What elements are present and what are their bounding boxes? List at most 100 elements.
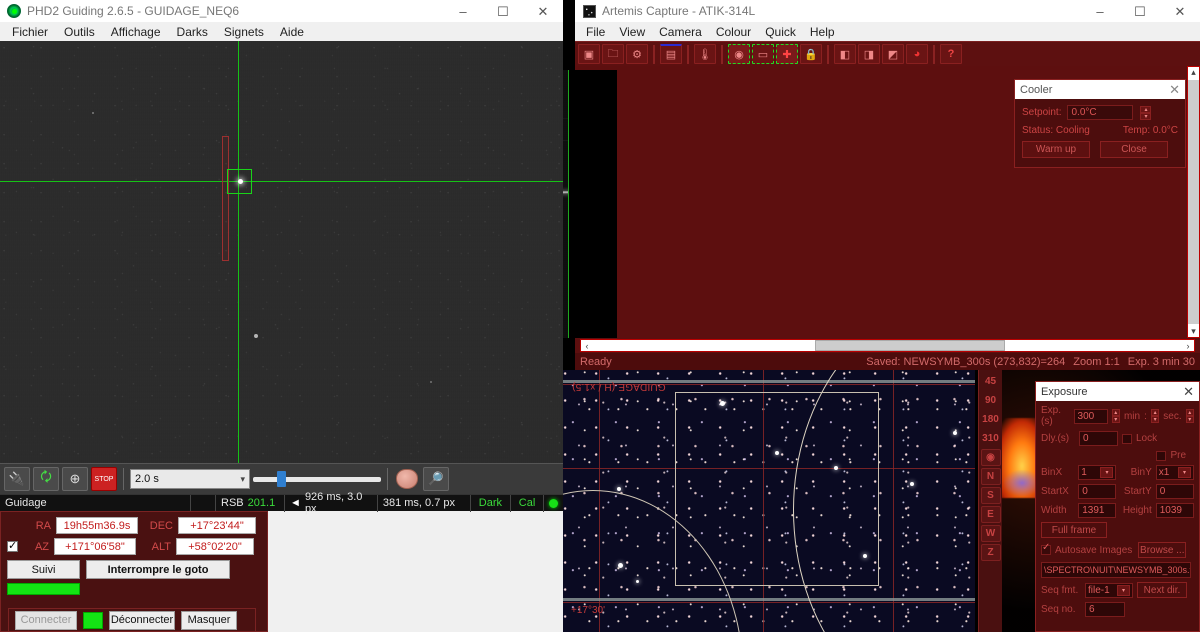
- sidebar-item-direction-west[interactable]: W: [981, 525, 1001, 542]
- gamma-slider[interactable]: [253, 469, 381, 489]
- subframe-icon[interactable]: ▭: [752, 44, 774, 64]
- seconds-stepper[interactable]: ▴ ▾: [1186, 409, 1194, 423]
- seq-format-select[interactable]: file-1 ▾: [1085, 583, 1133, 598]
- target-frame-icon[interactable]: ◉: [728, 44, 750, 64]
- artemis-horizontal-scrollbar[interactable]: ‹ ›: [580, 339, 1195, 352]
- sidebar-item-zoom-180[interactable]: 180: [981, 411, 1001, 428]
- menu-aide[interactable]: Aide: [272, 23, 312, 41]
- dec-value-field[interactable]: +17°23'44": [178, 517, 256, 534]
- planetarium-side-toolbar[interactable]: 45 90 180 310 ◉ N S E W Z: [978, 370, 1002, 632]
- az-value-field[interactable]: +171°06'58": [54, 538, 136, 555]
- artemis-vertical-scrollbar[interactable]: ▴ ▾: [1187, 66, 1200, 338]
- phd2-toolbar[interactable]: 🔌 🗘 ⊕ STOP 2.0 s ▾ 🔎: [0, 463, 563, 494]
- phd2-titlebar[interactable]: PHD2 Guiding 2.6.5 - GUIDAGE_NEQ6 – ☐ ✕: [0, 0, 563, 22]
- stepper-up-icon[interactable]: ▴: [1140, 106, 1151, 113]
- artemis-titlebar[interactable]: Artemis Capture - ATIK-314L – ☐ ✕: [575, 0, 1200, 22]
- az-checkbox[interactable]: [7, 541, 18, 552]
- stepper-down-icon[interactable]: ▾: [1112, 416, 1120, 423]
- sidebar-item-zenith[interactable]: Z: [981, 544, 1001, 561]
- setpoint-input[interactable]: 0.0°C: [1067, 105, 1133, 120]
- menu-help[interactable]: Help: [803, 23, 842, 41]
- lock-checkbox[interactable]: [1122, 434, 1132, 444]
- connection-panel[interactable]: Connecter Déconnecter Masquer: [8, 608, 256, 632]
- artemis-menubar[interactable]: File View Camera Colour Quick Help: [575, 22, 1200, 41]
- scroll-down-arrow-icon[interactable]: ▾: [1191, 326, 1196, 337]
- sidebar-item-center-target-icon[interactable]: ◉: [981, 449, 1001, 466]
- hide-button[interactable]: Masquer: [181, 611, 237, 630]
- exposure-dialog[interactable]: Exposure ✕ Exp.(s) 300 ▴ ▾ min : ▴ ▾ sec…: [1035, 381, 1200, 632]
- startx-input[interactable]: 0: [1078, 484, 1116, 499]
- menu-outils[interactable]: Outils: [56, 23, 103, 41]
- lock-icon[interactable]: 🔒: [800, 44, 822, 64]
- stepper-down-icon[interactable]: ▾: [1186, 416, 1194, 423]
- maximize-button[interactable]: ☐: [483, 0, 523, 22]
- menu-camera[interactable]: Camera: [652, 23, 709, 41]
- flat-field-icon[interactable]: ◧: [834, 44, 856, 64]
- menu-quick[interactable]: Quick: [758, 23, 803, 41]
- menu-view[interactable]: View: [612, 23, 652, 41]
- sidebar-item-direction-east[interactable]: E: [981, 506, 1001, 523]
- exposure-duration-select[interactable]: 2.0 s ▾: [130, 469, 250, 489]
- phd2-guide-image[interactable]: [0, 41, 563, 463]
- menu-signets[interactable]: Signets: [216, 23, 272, 41]
- delay-input[interactable]: 0: [1079, 431, 1118, 446]
- menu-file[interactable]: File: [579, 23, 612, 41]
- seq-number-input[interactable]: 6: [1085, 602, 1125, 617]
- abort-goto-button[interactable]: Interrompre le goto: [86, 560, 230, 579]
- open-folder-icon[interactable]: 🗀: [602, 44, 624, 64]
- artemis-toolbar[interactable]: ▣ 🗀 ⚙ ▤ 🌡 ◉ ▭ ✚ 🔒 ◧ ◨ ◩ ◕ ?: [575, 41, 1200, 66]
- minimize-button[interactable]: –: [1080, 0, 1120, 22]
- cooler-close-button[interactable]: Close: [1100, 141, 1168, 158]
- help-question-icon[interactable]: ?: [940, 44, 962, 64]
- stepper-up-icon[interactable]: ▴: [1151, 409, 1159, 416]
- pre-checkbox[interactable]: [1156, 451, 1166, 461]
- track-button[interactable]: Suivi: [7, 560, 80, 579]
- scrollbar-thumb[interactable]: [815, 340, 1005, 351]
- scroll-right-arrow-icon[interactable]: ›: [1182, 341, 1194, 351]
- stepper-up-icon[interactable]: ▴: [1112, 409, 1120, 416]
- close-icon[interactable]: ✕: [1183, 384, 1194, 400]
- stepper-down-icon[interactable]: ▾: [1151, 416, 1159, 423]
- biny-select[interactable]: x1 ▾: [1156, 465, 1194, 480]
- exposure-seconds-input[interactable]: 300: [1074, 409, 1108, 424]
- loop-refresh-icon[interactable]: 🗘: [33, 467, 59, 491]
- binx-select[interactable]: 1 ▾: [1078, 465, 1116, 480]
- usb-plug-icon[interactable]: 🔌: [4, 467, 30, 491]
- stepper-down-icon[interactable]: ▾: [1140, 113, 1151, 120]
- save-floppy-icon[interactable]: ▣: [578, 44, 600, 64]
- menu-colour[interactable]: Colour: [709, 23, 758, 41]
- connect-button[interactable]: Connecter: [15, 611, 77, 630]
- width-input[interactable]: 1391: [1078, 503, 1116, 518]
- height-input[interactable]: 1039: [1156, 503, 1194, 518]
- guide-target-icon[interactable]: ⊕: [62, 467, 88, 491]
- minutes-stepper[interactable]: ▴ ▾: [1151, 409, 1159, 423]
- scrollbar-thumb[interactable]: [1188, 80, 1199, 324]
- save-path-input[interactable]: \SPECTRO\NUIT\NEWSYMB_300s.fit: [1041, 562, 1191, 578]
- sidebar-item-direction-north[interactable]: N: [981, 468, 1001, 485]
- close-icon[interactable]: ✕: [1169, 82, 1180, 98]
- next-dir-button[interactable]: Next dir.: [1137, 582, 1187, 598]
- stepper-up-icon[interactable]: ▴: [1186, 409, 1194, 416]
- crosshair-icon[interactable]: ✚: [776, 44, 798, 64]
- chevron-down-icon[interactable]: ▾: [1100, 467, 1113, 478]
- disconnect-button[interactable]: Déconnecter: [109, 611, 175, 630]
- artemis-window-controls[interactable]: – ☐ ✕: [1080, 0, 1200, 22]
- camera-settings-icon[interactable]: 🔎: [423, 467, 449, 491]
- autosave-checkbox[interactable]: [1041, 545, 1051, 555]
- scroll-up-arrow-icon[interactable]: ▴: [1191, 67, 1196, 78]
- sidebar-item-zoom-45[interactable]: 45: [981, 373, 1001, 390]
- exposure-seconds-stepper[interactable]: ▴ ▾: [1112, 409, 1120, 423]
- sidebar-item-direction-south[interactable]: S: [981, 487, 1001, 504]
- close-button[interactable]: ✕: [523, 0, 563, 22]
- browse-button[interactable]: Browse ...: [1138, 542, 1186, 558]
- menu-affichage[interactable]: Affichage: [103, 23, 169, 41]
- starty-input[interactable]: 0: [1156, 484, 1194, 499]
- chevron-down-icon[interactable]: ▾: [240, 474, 245, 485]
- close-button[interactable]: ✕: [1160, 0, 1200, 22]
- slider-thumb[interactable]: [277, 471, 286, 487]
- colour-wheel-icon[interactable]: ◕: [906, 44, 928, 64]
- histogram-icon[interactable]: ▤: [660, 44, 682, 64]
- menu-darks[interactable]: Darks: [169, 23, 216, 41]
- thermometer-icon[interactable]: 🌡: [694, 44, 716, 64]
- sidebar-item-zoom-90[interactable]: 90: [981, 392, 1001, 409]
